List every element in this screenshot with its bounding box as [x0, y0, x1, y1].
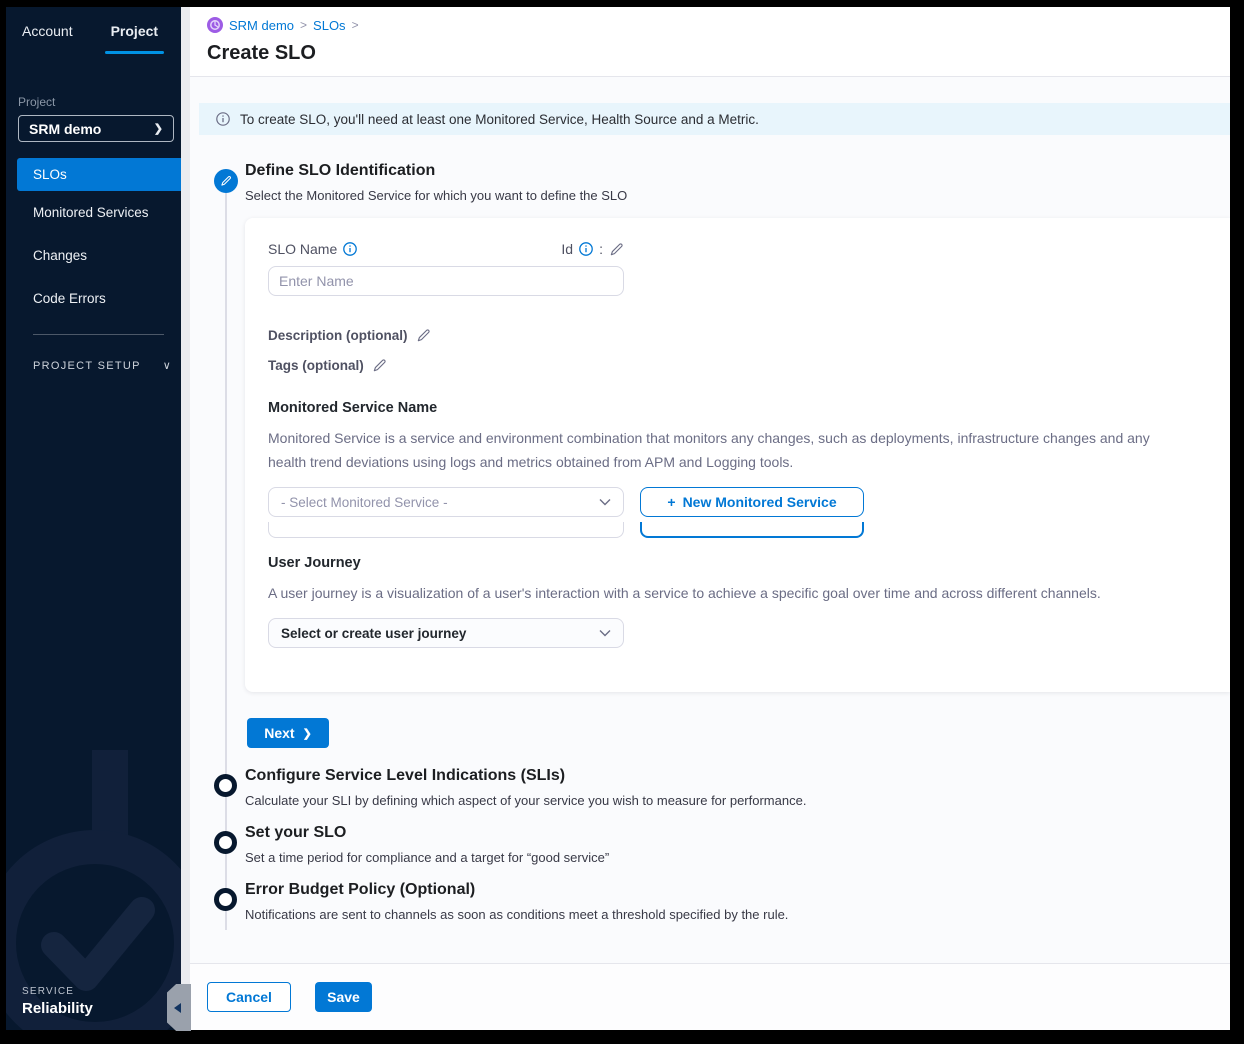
module-kicker: SERVICE	[22, 986, 93, 997]
next-button-label: Next	[264, 725, 294, 741]
new-monitored-service-label: New Monitored Service	[683, 494, 837, 510]
user-journey-description: A user journey is a visualization of a u…	[268, 581, 1228, 605]
step-4-indicator	[214, 888, 237, 911]
step-2-title: Configure Service Level Indications (SLI…	[245, 767, 565, 785]
chevron-right-icon: ❯	[303, 727, 312, 740]
step-connector-line	[225, 193, 227, 930]
scope-tabs: Account Project	[6, 7, 181, 49]
monitored-service-select[interactable]: - Select Monitored Service -	[268, 487, 624, 517]
tags-toggle[interactable]: Tags (optional)	[268, 358, 1230, 373]
tab-account[interactable]: Account	[22, 23, 73, 49]
user-journey-row: Select or create user journey	[268, 618, 1230, 648]
tab-project[interactable]: Project	[111, 23, 158, 49]
sidebar-collapse-button[interactable]	[167, 984, 191, 1031]
step-2-indicator	[214, 774, 237, 797]
description-label-text: Description (optional)	[268, 328, 408, 343]
step-2-subtitle: Calculate your SLI by defining which asp…	[245, 793, 806, 808]
collapse-arrow-icon	[174, 1003, 181, 1013]
module-name: Reliability	[22, 1000, 93, 1017]
chevron-down-icon	[599, 498, 611, 506]
step-1-indicator	[214, 169, 238, 193]
tags-label-text: Tags (optional)	[268, 358, 364, 373]
sidebar-item-project-setup[interactable]: PROJECT SETUP ∨	[33, 359, 181, 372]
chevron-down-icon	[599, 629, 611, 637]
breadcrumb-separator: >	[352, 18, 359, 32]
select-ghost	[268, 522, 624, 538]
breadcrumb-separator: >	[300, 18, 307, 32]
monitored-service-row: - Select Monitored Service - + New Monit…	[268, 487, 1230, 517]
project-setup-label: PROJECT SETUP	[33, 360, 141, 372]
breadcrumb-link-slos[interactable]: SLOs	[313, 18, 346, 33]
step-3-title: Set your SLO	[245, 824, 346, 842]
info-banner: To create SLO, you'll need at least one …	[199, 103, 1230, 135]
user-journey-select-value: Select or create user journey	[281, 626, 466, 641]
edit-tags-pencil-icon[interactable]	[372, 358, 387, 373]
step-1-title: Define SLO Identification	[245, 162, 435, 180]
edit-description-pencil-icon[interactable]	[416, 328, 431, 343]
page-header: SRM demo > SLOs > Create SLO	[190, 7, 1230, 77]
user-journey-heading: User Journey	[268, 555, 1230, 571]
project-selector[interactable]: SRM demo ❯	[18, 115, 174, 142]
description-toggle[interactable]: Description (optional)	[268, 328, 1230, 343]
slo-name-label: SLO Name	[268, 241, 357, 257]
monitored-service-select-placeholder: - Select Monitored Service -	[281, 495, 448, 510]
step-3-indicator	[214, 831, 237, 854]
plus-icon: +	[667, 494, 675, 510]
monitored-service-description: Monitored Service is a service and envir…	[268, 426, 1176, 474]
main-content: SRM demo > SLOs > Create SLO To create S…	[190, 7, 1230, 1030]
project-label: Project	[18, 95, 181, 109]
breadcrumb-link-project[interactable]: SRM demo	[229, 18, 294, 33]
cancel-button[interactable]: Cancel	[207, 982, 291, 1012]
chevron-right-icon: ❯	[154, 122, 163, 135]
sidebar-item-slos[interactable]: SLOs	[17, 158, 181, 191]
slo-id-label: Id :	[561, 241, 624, 257]
button-ghost	[640, 522, 864, 538]
edit-id-pencil-icon[interactable]	[609, 242, 624, 257]
new-monitored-service-button[interactable]: + New Monitored Service	[640, 487, 864, 517]
sidebar-divider	[33, 334, 164, 335]
page-title: Create SLO	[207, 42, 1230, 65]
sidebar: Account Project Project SRM demo ❯ SLOs …	[6, 7, 181, 1030]
srm-module-icon	[207, 17, 223, 33]
scroll-area: To create SLO, you'll need at least one …	[190, 77, 1230, 963]
slo-name-input[interactable]	[268, 266, 624, 296]
id-colon: :	[599, 241, 603, 257]
slo-name-label-text: SLO Name	[268, 241, 337, 257]
info-icon[interactable]	[579, 242, 593, 256]
ghost-row	[268, 522, 1230, 538]
id-label-text: Id	[561, 241, 573, 257]
sidebar-item-changes[interactable]: Changes	[6, 234, 181, 277]
user-journey-select[interactable]: Select or create user journey	[268, 618, 624, 648]
step-4-subtitle: Notifications are sent to channels as so…	[245, 907, 788, 922]
step-3-subtitle: Set a time period for compliance and a t…	[245, 850, 609, 865]
chevron-down-icon: ∨	[163, 359, 171, 372]
footer-actions: Cancel Save	[190, 963, 1230, 1030]
project-selector-value: SRM demo	[29, 121, 101, 137]
sidebar-item-monitored-services[interactable]: Monitored Services	[6, 191, 181, 234]
monitored-service-heading: Monitored Service Name	[268, 400, 1230, 416]
step-1-subtitle: Select the Monitored Service for which y…	[245, 188, 627, 203]
breadcrumb: SRM demo > SLOs >	[207, 17, 1230, 33]
sidebar-item-code-errors[interactable]: Code Errors	[6, 277, 181, 320]
info-banner-text: To create SLO, you'll need at least one …	[240, 112, 759, 127]
slo-identification-card: SLO Name Id : Description (optional)	[245, 218, 1230, 692]
info-icon[interactable]	[343, 242, 357, 256]
sidebar-gutter	[181, 7, 190, 1030]
name-id-row: SLO Name Id :	[268, 241, 624, 257]
save-button[interactable]: Save	[315, 982, 372, 1012]
pencil-icon	[220, 175, 232, 187]
next-button[interactable]: Next ❯	[247, 718, 329, 748]
app-window: Account Project Project SRM demo ❯ SLOs …	[6, 7, 1230, 1030]
module-tag: SERVICE Reliability	[22, 986, 93, 1017]
step-4-title: Error Budget Policy (Optional)	[245, 881, 475, 899]
info-icon	[216, 112, 230, 126]
